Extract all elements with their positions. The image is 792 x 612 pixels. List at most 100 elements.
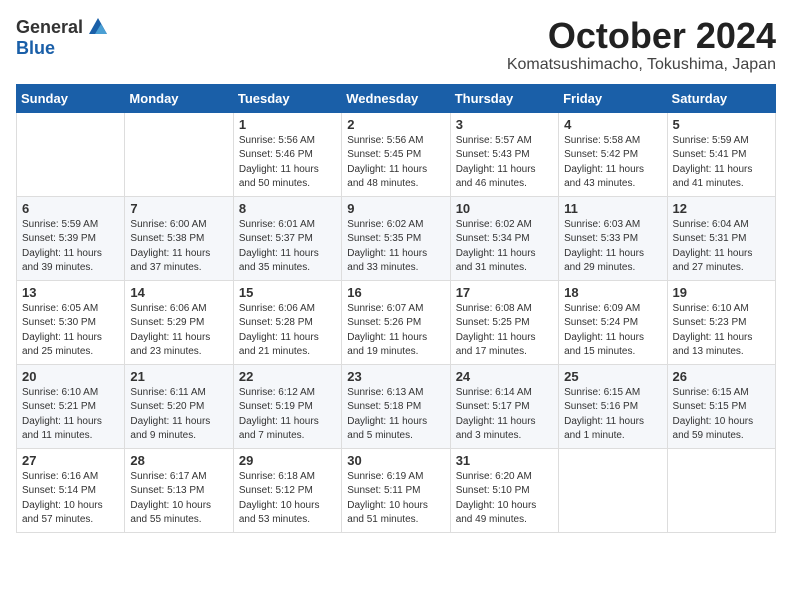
calendar-cell: 25 Sunrise: 6:15 AM Sunset: 5:16 PM Dayli… [559, 364, 667, 448]
day-info: Sunrise: 6:08 AM Sunset: 5:25 PM Dayligh… [456, 302, 553, 360]
day-info: Sunrise: 6:02 AM Sunset: 5:35 PM Dayligh… [347, 218, 444, 276]
calendar-cell: 21 Sunrise: 6:11 AM Sunset: 5:20 PM Dayli… [125, 364, 233, 448]
day-number: 29 [239, 453, 336, 468]
calendar-cell: 31 Sunrise: 6:20 AM Sunset: 5:10 PM Dayli… [450, 448, 558, 532]
day-number: 5 [673, 117, 770, 132]
calendar-cell: 28 Sunrise: 6:17 AM Sunset: 5:13 PM Dayli… [125, 448, 233, 532]
calendar-cell: 20 Sunrise: 6:10 AM Sunset: 5:21 PM Dayli… [17, 364, 125, 448]
calendar-cell: 22 Sunrise: 6:12 AM Sunset: 5:19 PM Dayli… [233, 364, 341, 448]
day-number: 27 [22, 453, 119, 468]
calendar-cell: 26Sunrise: 6:15 AM Sunset: 5:15 PM Dayli… [667, 364, 775, 448]
calendar-cell: 7Sunrise: 6:00 AM Sunset: 5:38 PM Daylig… [125, 196, 233, 280]
calendar-cell: 11 Sunrise: 6:03 AM Sunset: 5:33 PM Dayli… [559, 196, 667, 280]
day-info: Sunrise: 5:59 AM Sunset: 5:39 PM Dayligh… [22, 218, 119, 276]
day-info: Sunrise: 6:11 AM Sunset: 5:20 PM Dayligh… [130, 386, 227, 444]
day-info: Sunrise: 6:07 AM Sunset: 5:26 PM Dayligh… [347, 302, 444, 360]
day-number: 15 [239, 285, 336, 300]
calendar-cell: 29Sunrise: 6:18 AM Sunset: 5:12 PM Dayli… [233, 448, 341, 532]
day-number: 12 [673, 201, 770, 216]
calendar-cell: 23Sunrise: 6:13 AM Sunset: 5:18 PM Dayli… [342, 364, 450, 448]
day-number: 21 [130, 369, 227, 384]
calendar-cell: 27 Sunrise: 6:16 AM Sunset: 5:14 PM Dayli… [17, 448, 125, 532]
calendar-cell [667, 448, 775, 532]
calendar-cell: 5Sunrise: 5:59 AM Sunset: 5:41 PM Daylig… [667, 112, 775, 196]
day-header-thursday: Thursday [450, 84, 558, 112]
day-info: Sunrise: 6:10 AM Sunset: 5:23 PM Dayligh… [673, 302, 770, 360]
day-header-saturday: Saturday [667, 84, 775, 112]
day-info: Sunrise: 6:05 AM Sunset: 5:30 PM Dayligh… [22, 302, 119, 360]
day-info: Sunrise: 6:06 AM Sunset: 5:29 PM Dayligh… [130, 302, 227, 360]
day-info: Sunrise: 6:14 AM Sunset: 5:17 PM Dayligh… [456, 386, 553, 444]
day-number: 28 [130, 453, 227, 468]
day-info: Sunrise: 6:20 AM Sunset: 5:10 PM Dayligh… [456, 470, 553, 528]
day-info: Sunrise: 6:09 AM Sunset: 5:24 PM Dayligh… [564, 302, 661, 360]
day-number: 30 [347, 453, 444, 468]
calendar-cell: 4Sunrise: 5:58 AM Sunset: 5:42 PM Daylig… [559, 112, 667, 196]
calendar-cell: 9 Sunrise: 6:02 AM Sunset: 5:35 PM Daylig… [342, 196, 450, 280]
calendar-cell: 2 Sunrise: 5:56 AM Sunset: 5:45 PM Daylig… [342, 112, 450, 196]
calendar-cell: 17 Sunrise: 6:08 AM Sunset: 5:25 PM Dayli… [450, 280, 558, 364]
day-number: 10 [456, 201, 553, 216]
day-number: 14 [130, 285, 227, 300]
calendar-week-row: 27 Sunrise: 6:16 AM Sunset: 5:14 PM Dayli… [17, 448, 776, 532]
calendar-table: SundayMondayTuesdayWednesdayThursdayFrid… [16, 84, 776, 533]
calendar-cell: 30 Sunrise: 6:19 AM Sunset: 5:11 PM Dayli… [342, 448, 450, 532]
calendar-cell: 1Sunrise: 5:56 AM Sunset: 5:46 PM Daylig… [233, 112, 341, 196]
day-info: Sunrise: 6:15 AM Sunset: 5:16 PM Dayligh… [564, 386, 661, 444]
calendar-cell: 24 Sunrise: 6:14 AM Sunset: 5:17 PM Dayli… [450, 364, 558, 448]
calendar-cell: 16 Sunrise: 6:07 AM Sunset: 5:26 PM Dayli… [342, 280, 450, 364]
calendar-cell: 12Sunrise: 6:04 AM Sunset: 5:31 PM Dayli… [667, 196, 775, 280]
day-number: 24 [456, 369, 553, 384]
day-number: 18 [564, 285, 661, 300]
day-number: 26 [673, 369, 770, 384]
day-info: Sunrise: 5:57 AM Sunset: 5:43 PM Dayligh… [456, 134, 553, 192]
calendar-cell: 8Sunrise: 6:01 AM Sunset: 5:37 PM Daylig… [233, 196, 341, 280]
day-info: Sunrise: 5:58 AM Sunset: 5:42 PM Dayligh… [564, 134, 661, 192]
day-number: 9 [347, 201, 444, 216]
calendar-week-row: 20 Sunrise: 6:10 AM Sunset: 5:21 PM Dayli… [17, 364, 776, 448]
logo: General Blue [16, 16, 109, 59]
day-info: Sunrise: 6:06 AM Sunset: 5:28 PM Dayligh… [239, 302, 336, 360]
calendar-week-row: 13Sunrise: 6:05 AM Sunset: 5:30 PM Dayli… [17, 280, 776, 364]
calendar-cell: 15 Sunrise: 6:06 AM Sunset: 5:28 PM Dayli… [233, 280, 341, 364]
calendar-cell [125, 112, 233, 196]
calendar-cell: 14 Sunrise: 6:06 AM Sunset: 5:29 PM Dayli… [125, 280, 233, 364]
day-number: 2 [347, 117, 444, 132]
day-header-monday: Monday [125, 84, 233, 112]
day-number: 25 [564, 369, 661, 384]
day-info: Sunrise: 5:56 AM Sunset: 5:45 PM Dayligh… [347, 134, 444, 192]
day-header-tuesday: Tuesday [233, 84, 341, 112]
calendar-cell [17, 112, 125, 196]
day-info: Sunrise: 6:12 AM Sunset: 5:19 PM Dayligh… [239, 386, 336, 444]
day-info: Sunrise: 6:10 AM Sunset: 5:21 PM Dayligh… [22, 386, 119, 444]
calendar-cell: 10 Sunrise: 6:02 AM Sunset: 5:34 PM Dayli… [450, 196, 558, 280]
calendar-cell: 3 Sunrise: 5:57 AM Sunset: 5:43 PM Daylig… [450, 112, 558, 196]
location-text: Komatsushimacho, Tokushima, Japan [507, 56, 776, 74]
day-number: 17 [456, 285, 553, 300]
day-number: 31 [456, 453, 553, 468]
day-header-friday: Friday [559, 84, 667, 112]
day-number: 6 [22, 201, 119, 216]
day-info: Sunrise: 6:00 AM Sunset: 5:38 PM Dayligh… [130, 218, 227, 276]
logo-blue-text: Blue [16, 38, 55, 59]
page-header: General Blue October 2024 Komatsushimach… [16, 16, 776, 74]
day-number: 11 [564, 201, 661, 216]
calendar-cell: 19Sunrise: 6:10 AM Sunset: 5:23 PM Dayli… [667, 280, 775, 364]
calendar-cell: 18 Sunrise: 6:09 AM Sunset: 5:24 PM Dayli… [559, 280, 667, 364]
day-number: 16 [347, 285, 444, 300]
calendar-week-row: 1Sunrise: 5:56 AM Sunset: 5:46 PM Daylig… [17, 112, 776, 196]
day-info: Sunrise: 6:19 AM Sunset: 5:11 PM Dayligh… [347, 470, 444, 528]
day-info: Sunrise: 6:16 AM Sunset: 5:14 PM Dayligh… [22, 470, 119, 528]
day-info: Sunrise: 6:03 AM Sunset: 5:33 PM Dayligh… [564, 218, 661, 276]
calendar-header-row: SundayMondayTuesdayWednesdayThursdayFrid… [17, 84, 776, 112]
day-info: Sunrise: 6:01 AM Sunset: 5:37 PM Dayligh… [239, 218, 336, 276]
day-number: 1 [239, 117, 336, 132]
day-info: Sunrise: 6:13 AM Sunset: 5:18 PM Dayligh… [347, 386, 444, 444]
title-area: October 2024 Komatsushimacho, Tokushima,… [507, 16, 776, 74]
day-number: 20 [22, 369, 119, 384]
day-number: 22 [239, 369, 336, 384]
day-info: Sunrise: 6:17 AM Sunset: 5:13 PM Dayligh… [130, 470, 227, 528]
day-number: 3 [456, 117, 553, 132]
calendar-week-row: 6 Sunrise: 5:59 AM Sunset: 5:39 PM Daylig… [17, 196, 776, 280]
day-info: Sunrise: 6:02 AM Sunset: 5:34 PM Dayligh… [456, 218, 553, 276]
